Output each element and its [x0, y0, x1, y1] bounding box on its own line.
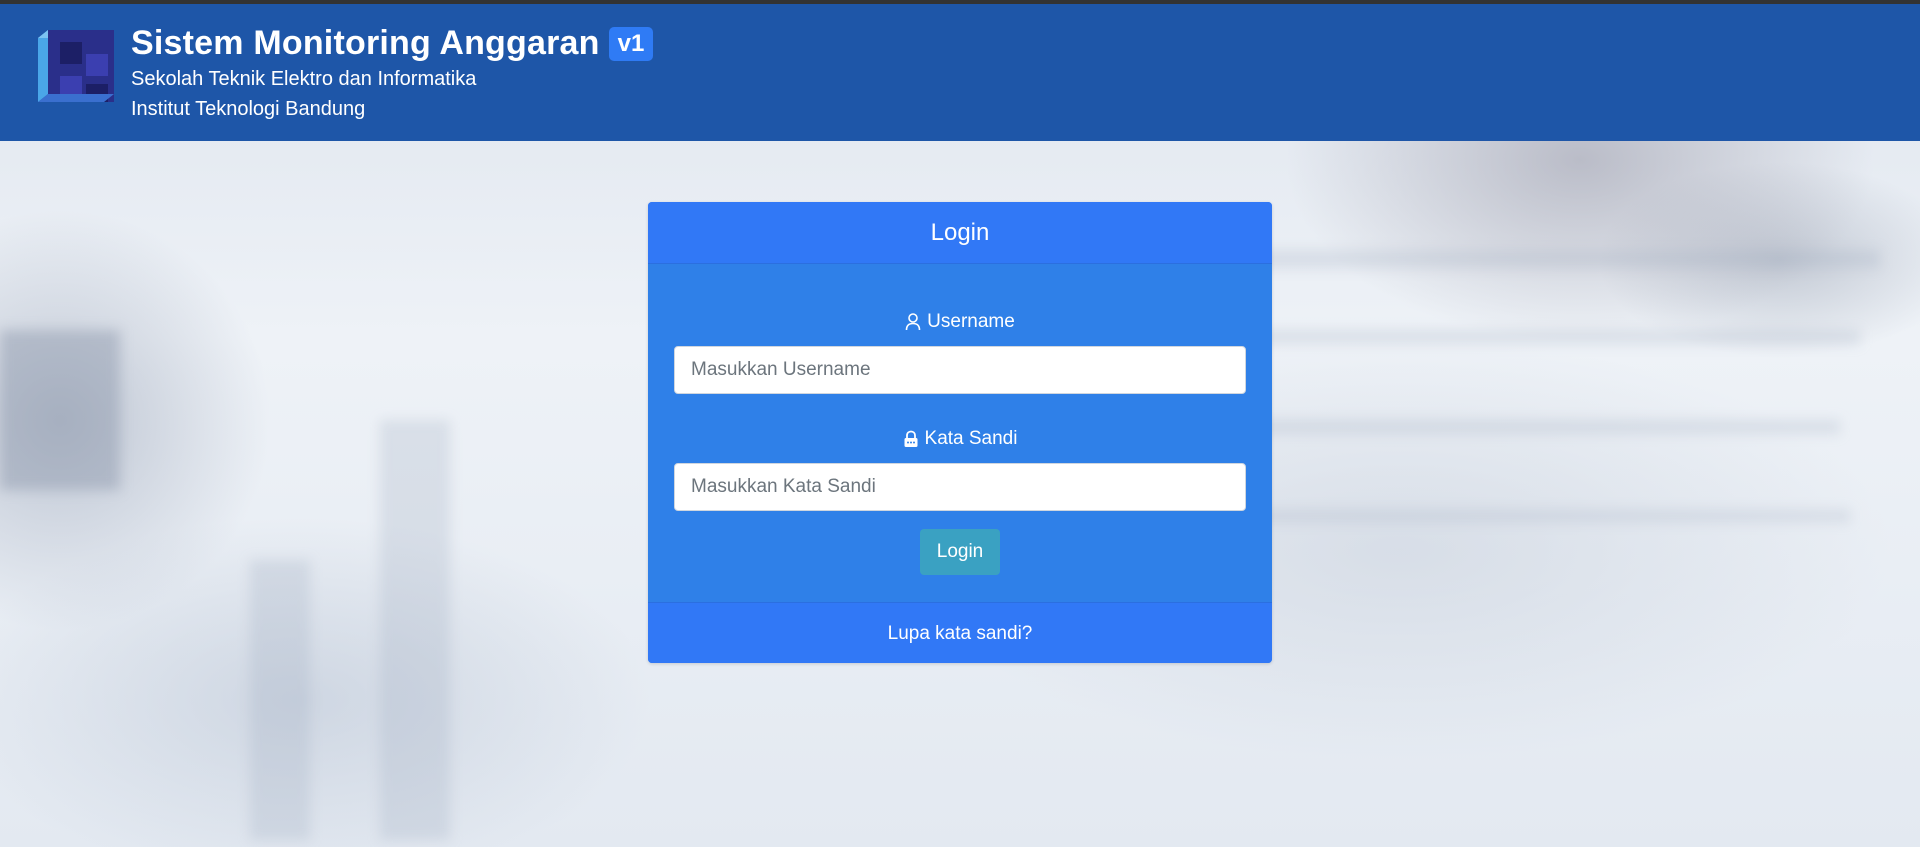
university-subtitle: Institut Teknologi Bandung: [131, 98, 366, 120]
password-label: Kata Sandi: [648, 428, 1272, 450]
login-card-footer: Lupa kata sandi?: [648, 602, 1272, 663]
login-card: Login Username Masukkan Username Kata Sa…: [648, 202, 1272, 663]
app-header: Sistem Monitoring Anggaran v1 Sekolah Te…: [0, 0, 1920, 141]
password-label-text: Kata Sandi: [924, 428, 1018, 449]
password-input[interactable]: [674, 463, 1246, 511]
username-label-text: Username: [927, 311, 1015, 332]
version-badge: v1: [608, 26, 654, 61]
login-page: Sistem Monitoring Anggaran v1 Sekolah Te…: [0, 0, 1920, 847]
app-title: Sistem Monitoring Anggaran: [131, 24, 600, 62]
login-card-title: Login: [930, 218, 990, 246]
login-button[interactable]: Login: [920, 529, 1000, 575]
login-form: Username Kata Sandi Login: [648, 264, 1272, 602]
forgot-password-link[interactable]: Lupa kata sandi?: [888, 623, 1033, 645]
username-label: Username: [648, 311, 1272, 333]
institution-subtitle: Sekolah Teknik Elektro dan Informatika: [131, 68, 477, 90]
lock-icon: [903, 430, 919, 448]
title-row: Sistem Monitoring Anggaran v1: [131, 24, 654, 63]
app-logo: [38, 30, 114, 102]
login-card-header: Login: [648, 202, 1272, 264]
username-input[interactable]: [674, 346, 1246, 394]
user-icon: [905, 313, 921, 331]
